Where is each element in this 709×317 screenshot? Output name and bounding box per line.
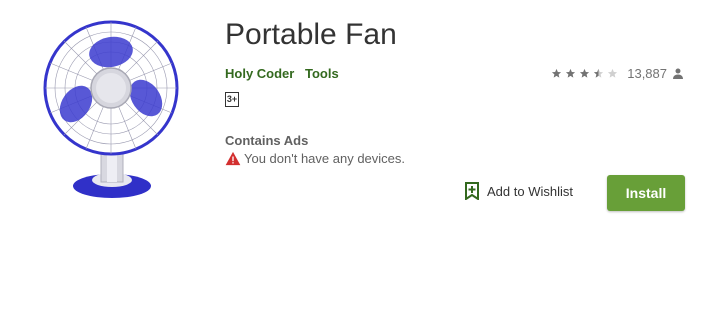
warning-icon bbox=[225, 151, 241, 166]
app-icon bbox=[38, 20, 186, 200]
add-to-wishlist-button[interactable]: Add to Wishlist bbox=[465, 182, 573, 200]
content-rating-badge: 3+ bbox=[225, 92, 239, 107]
star-icon bbox=[580, 68, 590, 78]
contains-ads-label: Contains Ads bbox=[225, 133, 309, 148]
category-link[interactable]: Tools bbox=[305, 66, 339, 81]
star-icon bbox=[566, 68, 576, 78]
device-warning-text: You don't have any devices. bbox=[244, 151, 406, 166]
star-rating bbox=[551, 68, 621, 79]
app-title: Portable Fan bbox=[225, 18, 397, 51]
star-icon bbox=[552, 68, 562, 78]
rating-count: 13,887 bbox=[627, 66, 667, 81]
rating-summary[interactable]: 13,887 bbox=[551, 66, 683, 81]
table-fan-icon bbox=[43, 20, 179, 198]
star-empty-icon bbox=[608, 68, 618, 78]
star-half-icon bbox=[594, 68, 604, 78]
install-button[interactable]: Install bbox=[607, 175, 685, 211]
device-warning: You don't have any devices. bbox=[225, 151, 405, 166]
wishlist-label: Add to Wishlist bbox=[487, 183, 573, 199]
developer-link[interactable]: Holy Coder bbox=[225, 66, 294, 81]
person-icon bbox=[673, 68, 683, 79]
bookmark-add-icon bbox=[465, 182, 479, 200]
